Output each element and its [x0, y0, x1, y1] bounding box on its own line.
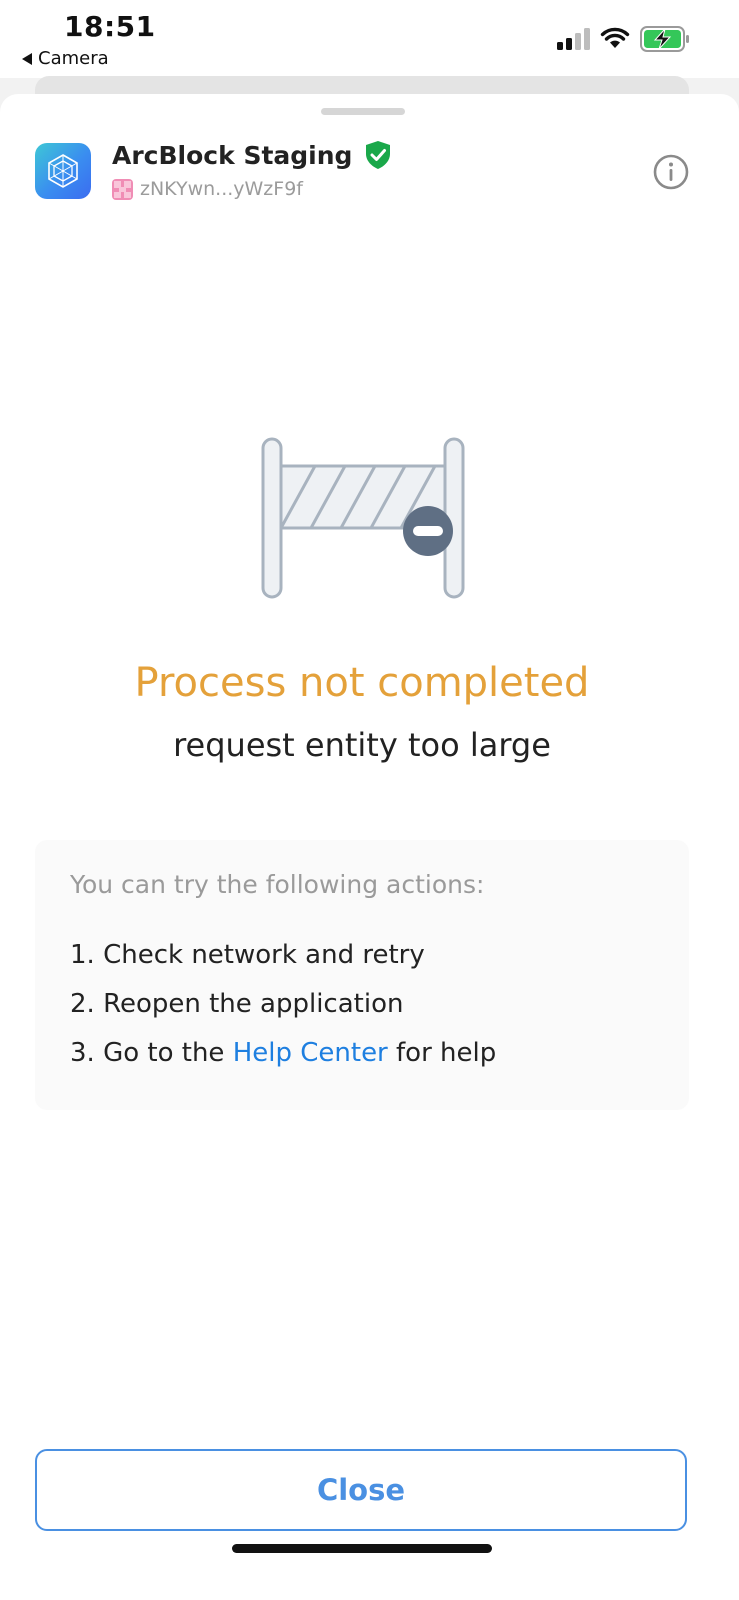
action-item: 3. Go to the Help Center for help — [70, 1038, 496, 1068]
error-title: Process not completed — [134, 660, 590, 706]
back-to-camera-button[interactable]: Camera — [22, 48, 109, 69]
screen: 18:51 Camera ArcBlock Staging zNKYwn...y… — [0, 0, 739, 1600]
close-button[interactable]: Close — [35, 1449, 687, 1531]
wifi-icon — [600, 27, 630, 48]
back-label: Camera — [38, 48, 109, 69]
error-message: request entity too large — [173, 726, 551, 764]
modal-sheet: ArcBlock Staging zNKYwn...yWzF9f Process… — [0, 94, 739, 1600]
status-time: 18:51 — [64, 10, 156, 43]
action-item: 1. Check network and retry — [70, 940, 425, 970]
action-item: 2. Reopen the application — [70, 989, 404, 1019]
suggested-actions-panel: You can try the following actions: 1. Ch… — [35, 840, 689, 1110]
arcblock-logo-icon — [35, 143, 91, 199]
info-icon[interactable] — [653, 154, 689, 190]
back-arrow-icon — [22, 52, 32, 65]
did-row[interactable]: zNKYwn...yWzF9f — [112, 178, 303, 200]
sheet-grabber[interactable] — [321, 108, 405, 115]
cellular-signal-icon — [557, 28, 590, 50]
action-item-prefix: 3. Go to the — [70, 1038, 233, 1068]
actions-heading: You can try the following actions: — [70, 870, 485, 899]
verified-shield-icon — [366, 141, 391, 169]
status-bar: 18:51 Camera — [0, 0, 739, 78]
help-center-link[interactable]: Help Center — [233, 1038, 388, 1068]
battery-charging-icon — [640, 26, 689, 52]
barrier-icon — [261, 437, 465, 599]
did-address: zNKYwn...yWzF9f — [140, 178, 303, 200]
home-indicator — [232, 1544, 492, 1553]
action-item-suffix: for help — [387, 1038, 497, 1068]
did-avatar-icon — [112, 178, 133, 200]
app-title-row: ArcBlock Staging — [112, 140, 392, 170]
app-name: ArcBlock Staging — [112, 140, 353, 170]
